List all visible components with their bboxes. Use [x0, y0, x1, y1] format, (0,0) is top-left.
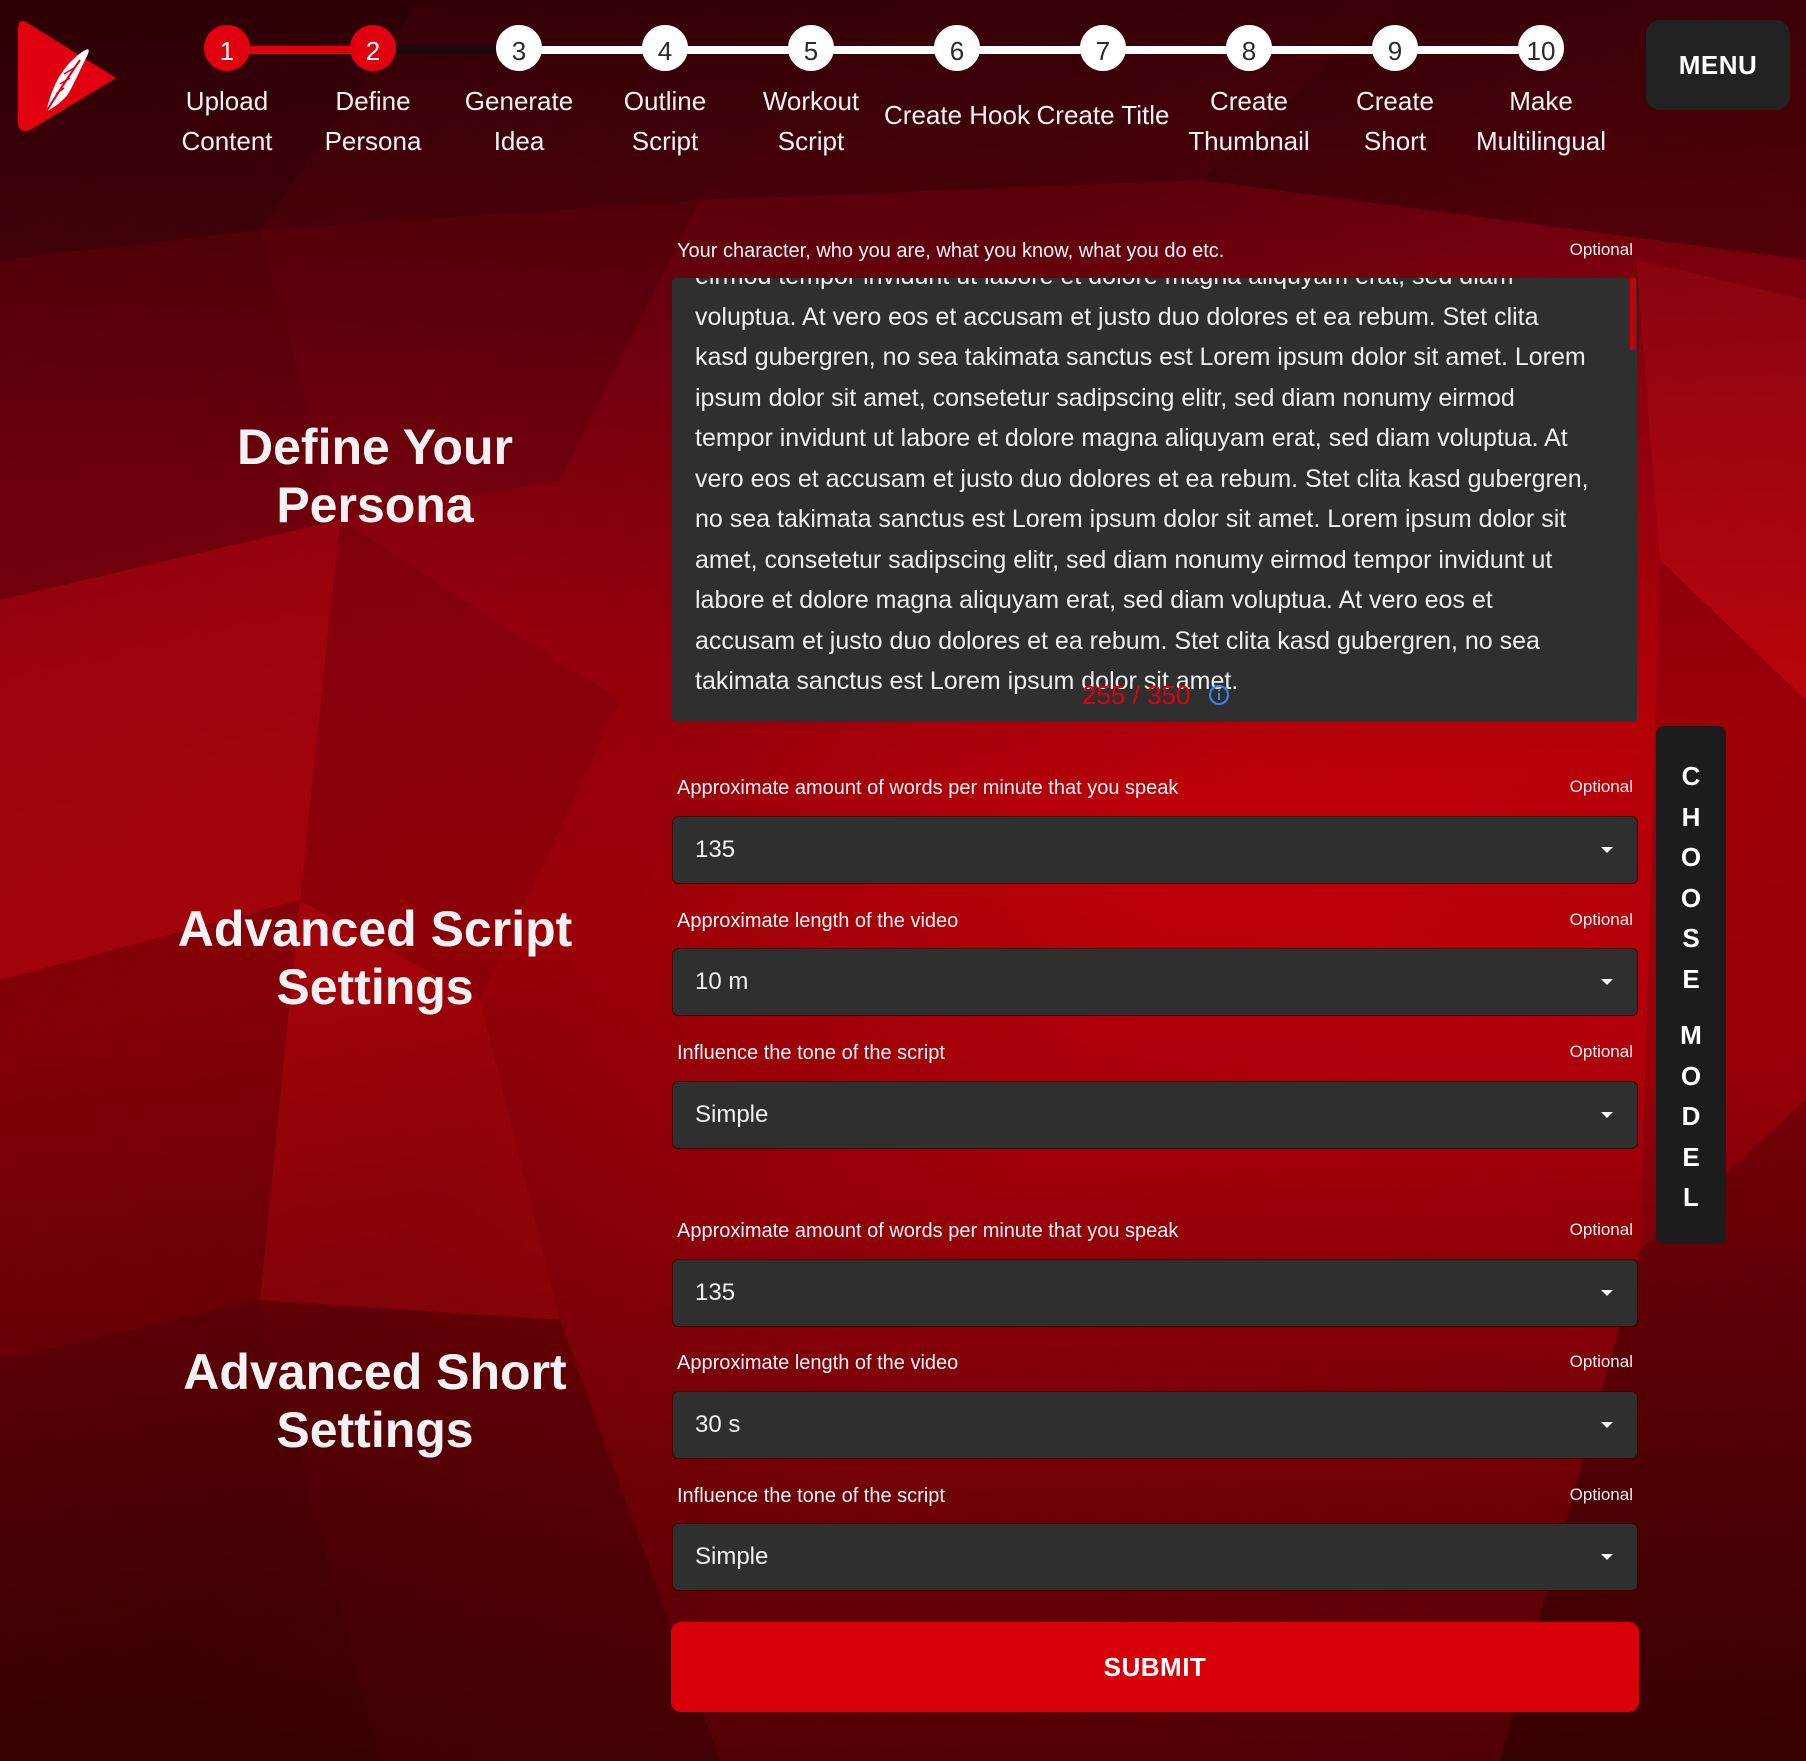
choose-model-word-2: MODEL	[1656, 1015, 1726, 1218]
optional-tag: Optional	[1569, 1042, 1633, 1061]
step-create-short[interactable]: 9 Create Short	[1322, 22, 1468, 161]
step-label: Create Thumbnail	[1188, 86, 1310, 156]
optional-tag: Optional	[1569, 240, 1633, 259]
short-wpm-select[interactable]: 135	[672, 1259, 1638, 1327]
select-value: 30 s	[695, 1411, 741, 1438]
step-define-persona[interactable]: 2 Define Persona	[300, 22, 446, 161]
chevron-down-icon	[1601, 979, 1613, 985]
character-counter: 255 / 350	[1082, 680, 1191, 710]
step-create-hook[interactable]: 6 Create Hook	[884, 22, 1030, 135]
short-length-label: Approximate length of the video Optional	[677, 1352, 1633, 1375]
select-value: 135	[695, 1279, 736, 1306]
optional-tag: Optional	[1569, 1352, 1633, 1371]
script-length-select[interactable]: 10 m	[672, 948, 1638, 1016]
step-label: Create Short	[1355, 86, 1435, 156]
optional-tag: Optional	[1569, 1220, 1633, 1239]
step-number: 8	[1226, 25, 1272, 71]
choose-model-letter: H	[1681, 801, 1701, 832]
choose-model-letter: C	[1681, 761, 1701, 791]
progress-stepper: 1 Upload Content 2 Define Persona 3 Genera…	[170, 22, 1640, 162]
script-wpm-label-text: Approximate amount of words per minute t…	[677, 777, 1179, 799]
textarea-scroll-edge	[1630, 278, 1636, 350]
step-number: 9	[1372, 25, 1418, 71]
select-value: 10 m	[695, 968, 749, 995]
menu-button[interactable]: MENU	[1646, 20, 1790, 110]
script-wpm-label: Approximate amount of words per minute t…	[677, 777, 1633, 800]
chevron-down-icon	[1601, 1554, 1613, 1560]
step-number: 10	[1518, 25, 1564, 71]
step-label: Generate Idea	[464, 86, 574, 156]
select-value: Simple	[695, 1543, 769, 1570]
step-number: 3	[496, 25, 542, 71]
choose-model-letter: O	[1680, 882, 1702, 913]
chevron-down-icon	[1601, 1422, 1613, 1428]
step-upload-content[interactable]: 1 Upload Content	[154, 22, 300, 161]
step-label: Create Hook	[884, 100, 1030, 130]
choose-model-letter: S	[1682, 923, 1700, 953]
step-number: 5	[788, 25, 834, 71]
app-logo-icon[interactable]	[16, 18, 122, 134]
optional-tag: Optional	[1569, 777, 1633, 796]
step-label: Create Title	[1036, 100, 1170, 130]
select-value: 135	[695, 836, 736, 863]
persona-textarea[interactable]: eirmod tempor invidunt ut labore et dolo…	[672, 278, 1637, 722]
chevron-down-icon	[1601, 1112, 1613, 1118]
choose-model-word-1: CHOOSE	[1656, 756, 1726, 999]
choose-model-letter: L	[1683, 1182, 1699, 1212]
persona-text: eirmod tempor invidunt ut labore et dolo…	[695, 278, 1589, 695]
step-number: 4	[642, 25, 688, 71]
chevron-down-icon	[1601, 1290, 1613, 1296]
step-make-multilingual[interactable]: 10 Make Multilingual	[1468, 22, 1614, 161]
step-label: Workout Script	[762, 86, 860, 156]
submit-button[interactable]: SUBMIT	[671, 1622, 1639, 1712]
optional-tag: Optional	[1569, 1485, 1633, 1504]
short-tone-label: Influence the tone of the script Optiona…	[677, 1485, 1633, 1508]
step-label: Make Multilingual	[1475, 86, 1607, 156]
persona-label: Your character, who you are, what you kn…	[677, 240, 1633, 263]
select-value: Simple	[695, 1101, 769, 1128]
step-number: 7	[1080, 25, 1126, 71]
step-label: Upload Content	[181, 86, 273, 156]
short-length-label-text: Approximate length of the video	[677, 1352, 959, 1374]
step-number: 1	[204, 25, 250, 71]
choose-model-letter: D	[1681, 1101, 1701, 1131]
short-settings-title: Advanced Short Settings	[183, 1344, 567, 1458]
script-tone-label-text: Influence the tone of the script	[677, 1042, 945, 1064]
short-tone-select[interactable]: Simple	[672, 1523, 1638, 1591]
step-label: Define Persona	[324, 86, 422, 156]
choose-model-tab[interactable]: CHOOSE MODEL	[1656, 726, 1726, 1244]
script-settings-title: Advanced Script Settings	[177, 901, 573, 1015]
step-number: 2	[350, 25, 396, 71]
step-outline-script[interactable]: 4 Outline Script	[592, 22, 738, 161]
choose-model-letter: E	[1682, 963, 1700, 994]
script-length-label: Approximate length of the video Optional	[677, 910, 1633, 933]
info-icon[interactable]	[1208, 684, 1230, 706]
script-length-label-text: Approximate length of the video	[677, 910, 959, 932]
step-generate-idea[interactable]: 3 Generate Idea	[446, 22, 592, 161]
step-create-title[interactable]: 7 Create Title	[1030, 22, 1176, 135]
step-create-thumbnail[interactable]: 8 Create Thumbnail	[1176, 22, 1322, 161]
short-wpm-label-text: Approximate amount of words per minute t…	[677, 1220, 1179, 1242]
choose-model-letter: O	[1680, 1060, 1702, 1091]
script-tone-select[interactable]: Simple	[672, 1081, 1638, 1149]
short-tone-label-text: Influence the tone of the script	[677, 1485, 945, 1507]
persona-section-title: Define Your Persona	[237, 419, 513, 533]
choose-model-letter: M	[1680, 1020, 1702, 1050]
chevron-down-icon	[1601, 847, 1613, 853]
step-number: 6	[934, 25, 980, 71]
choose-model-gap	[1656, 999, 1726, 1015]
short-wpm-label: Approximate amount of words per minute t…	[677, 1220, 1633, 1243]
choose-model-letter: E	[1682, 1141, 1700, 1172]
step-label: Outline Script	[623, 86, 707, 156]
script-wpm-select[interactable]: 135	[672, 816, 1638, 884]
choose-model-letter: O	[1680, 842, 1702, 872]
script-tone-label: Influence the tone of the script Optiona…	[677, 1042, 1633, 1065]
short-length-select[interactable]: 30 s	[672, 1391, 1638, 1459]
persona-label-text: Your character, who you are, what you kn…	[677, 240, 1225, 262]
optional-tag: Optional	[1569, 910, 1633, 929]
step-workout-script[interactable]: 5 Workout Script	[738, 22, 884, 161]
